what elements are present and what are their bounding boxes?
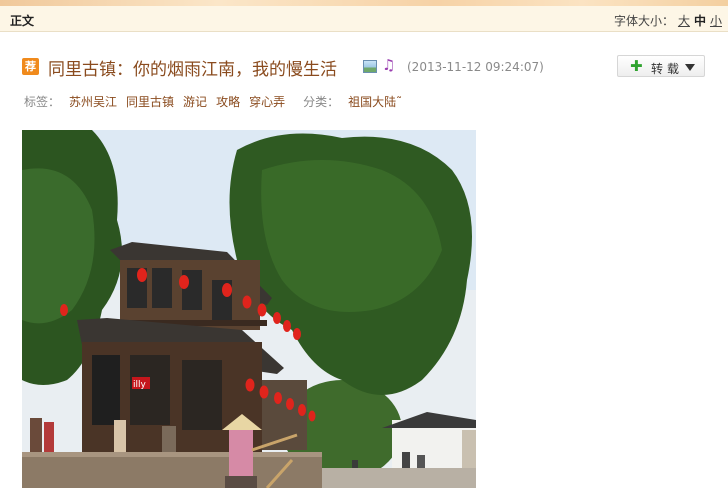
tag-link[interactable]: 游记 <box>183 95 207 109</box>
font-size-small[interactable]: 小 <box>710 14 722 28</box>
repost-label: 转载 <box>651 62 684 76</box>
recommend-badge-icon: 荐 <box>22 58 39 75</box>
font-size-medium[interactable]: 中 <box>694 14 706 28</box>
picture-icon <box>363 60 377 73</box>
tag-link[interactable]: 同里古镇 <box>126 95 174 109</box>
tag-link[interactable]: 苏州吴江 <box>69 95 117 109</box>
tags-label: 标签： <box>24 95 61 109</box>
post-meta: 标签： 苏州吴江 同里古镇 游记 攻略 穿心弄 分类： 祖国大陆˜ <box>24 93 402 110</box>
category-label: 分类： <box>303 95 340 109</box>
font-size-label: 字体大小： <box>613 14 674 28</box>
post-photo[interactable]: illy <box>22 130 476 488</box>
plus-icon: ✚ <box>630 57 643 75</box>
font-size-switcher: 字体大小： 大中小 <box>614 12 722 29</box>
article-header-bar: 正文 字体大小： 大中小 <box>0 6 728 32</box>
tag-link[interactable]: 穿心弄 <box>249 95 285 109</box>
post-title[interactable]: 同里古镇：你的烟雨江南，我的慢生活 <box>48 55 337 80</box>
repost-button[interactable]: ✚ 转载 <box>617 55 705 77</box>
post-timestamp: (2013-11-12 09:24:07) <box>407 60 544 74</box>
chevron-down-icon[interactable] <box>685 64 695 71</box>
music-note-icon: ♫ <box>382 56 396 74</box>
section-label: 正文 <box>10 14 35 28</box>
category-link[interactable]: 祖国大陆˜ <box>348 95 402 109</box>
shop-sign-text: illy <box>133 380 147 390</box>
tag-link[interactable]: 攻略 <box>216 95 240 109</box>
font-size-large[interactable]: 大 <box>678 14 690 28</box>
